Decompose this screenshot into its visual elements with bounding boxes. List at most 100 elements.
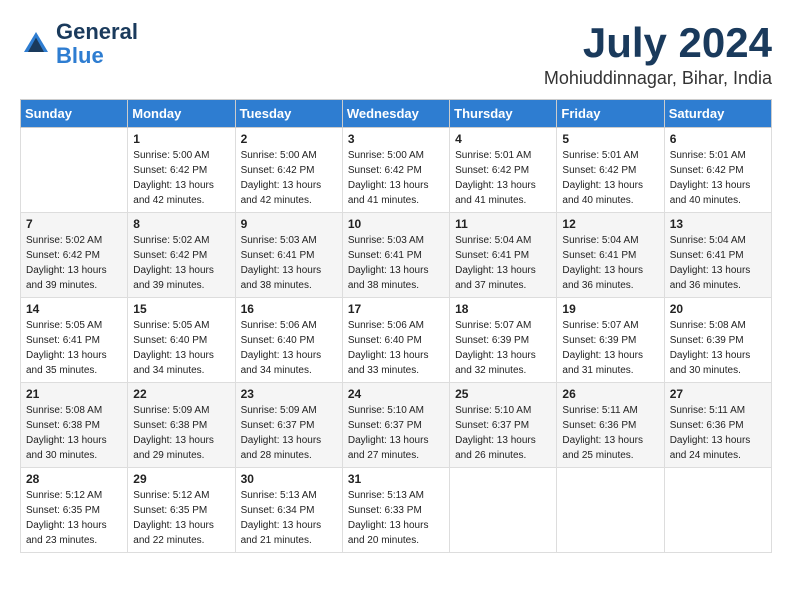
day-number: 4 <box>455 132 551 146</box>
day-info: Sunrise: 5:02 AMSunset: 6:42 PMDaylight:… <box>133 233 229 293</box>
day-number: 24 <box>348 387 444 401</box>
calendar-cell: 8Sunrise: 5:02 AMSunset: 6:42 PMDaylight… <box>128 213 235 298</box>
day-info: Sunrise: 5:00 AMSunset: 6:42 PMDaylight:… <box>241 148 337 208</box>
calendar-week-2: 7Sunrise: 5:02 AMSunset: 6:42 PMDaylight… <box>21 213 772 298</box>
title-block: July 2024 Mohiuddinnagar, Bihar, India <box>544 20 772 89</box>
day-header-sunday: Sunday <box>21 100 128 128</box>
day-info: Sunrise: 5:04 AMSunset: 6:41 PMDaylight:… <box>670 233 766 293</box>
calendar-week-5: 28 Sunrise: 5:12 AMSunset: 6:35 PMDayligh… <box>21 468 772 553</box>
day-number: 26 <box>562 387 658 401</box>
day-info: Sunrise: 5:00 AMSunset: 6:42 PMDaylight:… <box>133 148 229 208</box>
calendar-cell: 7Sunrise: 5:02 AMSunset: 6:42 PMDaylight… <box>21 213 128 298</box>
day-header-tuesday: Tuesday <box>235 100 342 128</box>
day-info: Sunrise: 5:05 AMSunset: 6:41 PMDaylight:… <box>26 318 122 378</box>
calendar-cell: 31 Sunrise: 5:13 AMSunset: 6:33 PMDayligh… <box>342 468 449 553</box>
calendar-cell: 18Sunrise: 5:07 AMSunset: 6:39 PMDayligh… <box>450 298 557 383</box>
day-number: 22 <box>133 387 229 401</box>
day-info: Sunrise: 5:12 AMSunset: 6:35 PMDaylight:… <box>26 488 122 548</box>
day-info: Sunrise: 5:09 AMSunset: 6:38 PMDaylight:… <box>133 403 229 463</box>
day-number: 30 <box>241 472 337 486</box>
calendar-cell: 19Sunrise: 5:07 AMSunset: 6:39 PMDayligh… <box>557 298 664 383</box>
day-number: 2 <box>241 132 337 146</box>
calendar-cell: 16 Sunrise: 5:06 AMSunset: 6:40 PMDayligh… <box>235 298 342 383</box>
day-info: Sunrise: 5:12 AMSunset: 6:35 PMDaylight:… <box>133 488 229 548</box>
day-number: 3 <box>348 132 444 146</box>
calendar-title: July 2024 <box>544 20 772 66</box>
day-info: Sunrise: 5:01 AMSunset: 6:42 PMDaylight:… <box>455 148 551 208</box>
calendar-cell: 30 Sunrise: 5:13 AMSunset: 6:34 PMDayligh… <box>235 468 342 553</box>
day-number: 16 <box>241 302 337 316</box>
day-info: Sunrise: 5:13 AMSunset: 6:33 PMDaylight:… <box>348 488 444 548</box>
calendar-week-1: 1 Sunrise: 5:00 AMSunset: 6:42 PMDaylight… <box>21 128 772 213</box>
day-header-saturday: Saturday <box>664 100 771 128</box>
calendar-cell: 13 Sunrise: 5:04 AMSunset: 6:41 PMDayligh… <box>664 213 771 298</box>
day-info: Sunrise: 5:02 AMSunset: 6:42 PMDaylight:… <box>26 233 122 293</box>
calendar-cell: 11 Sunrise: 5:04 AMSunset: 6:41 PMDayligh… <box>450 213 557 298</box>
day-number: 28 <box>26 472 122 486</box>
calendar-cell <box>557 468 664 553</box>
calendar-cell: 12 Sunrise: 5:04 AMSunset: 6:41 PMDayligh… <box>557 213 664 298</box>
day-number: 11 <box>455 217 551 231</box>
day-info: Sunrise: 5:04 AMSunset: 6:41 PMDaylight:… <box>562 233 658 293</box>
day-info: Sunrise: 5:06 AMSunset: 6:40 PMDaylight:… <box>348 318 444 378</box>
calendar-cell: 14 Sunrise: 5:05 AMSunset: 6:41 PMDayligh… <box>21 298 128 383</box>
day-info: Sunrise: 5:00 AMSunset: 6:42 PMDaylight:… <box>348 148 444 208</box>
day-header-monday: Monday <box>128 100 235 128</box>
day-info: Sunrise: 5:11 AMSunset: 6:36 PMDaylight:… <box>670 403 766 463</box>
calendar-cell: 20Sunrise: 5:08 AMSunset: 6:39 PMDayligh… <box>664 298 771 383</box>
day-header-thursday: Thursday <box>450 100 557 128</box>
day-number: 23 <box>241 387 337 401</box>
logo-line2: Blue <box>56 43 104 68</box>
day-info: Sunrise: 5:10 AMSunset: 6:37 PMDaylight:… <box>455 403 551 463</box>
calendar-cell: 5Sunrise: 5:01 AMSunset: 6:42 PMDaylight… <box>557 128 664 213</box>
days-of-week-row: SundayMondayTuesdayWednesdayThursdayFrid… <box>21 100 772 128</box>
day-number: 12 <box>562 217 658 231</box>
calendar-week-4: 21Sunrise: 5:08 AMSunset: 6:38 PMDayligh… <box>21 383 772 468</box>
calendar-header: SundayMondayTuesdayWednesdayThursdayFrid… <box>21 100 772 128</box>
day-number: 25 <box>455 387 551 401</box>
day-info: Sunrise: 5:03 AMSunset: 6:41 PMDaylight:… <box>241 233 337 293</box>
calendar-cell: 29 Sunrise: 5:12 AMSunset: 6:35 PMDayligh… <box>128 468 235 553</box>
calendar-cell: 4 Sunrise: 5:01 AMSunset: 6:42 PMDaylight… <box>450 128 557 213</box>
day-info: Sunrise: 5:06 AMSunset: 6:40 PMDaylight:… <box>241 318 337 378</box>
day-info: Sunrise: 5:03 AMSunset: 6:41 PMDaylight:… <box>348 233 444 293</box>
calendar-cell: 26Sunrise: 5:11 AMSunset: 6:36 PMDayligh… <box>557 383 664 468</box>
calendar-cell <box>664 468 771 553</box>
calendar-subtitle: Mohiuddinnagar, Bihar, India <box>544 68 772 89</box>
day-number: 19 <box>562 302 658 316</box>
day-info: Sunrise: 5:01 AMSunset: 6:42 PMDaylight:… <box>670 148 766 208</box>
day-number: 9 <box>241 217 337 231</box>
day-number: 31 <box>348 472 444 486</box>
day-info: Sunrise: 5:04 AMSunset: 6:41 PMDaylight:… <box>455 233 551 293</box>
day-number: 17 <box>348 302 444 316</box>
calendar-cell: 22 Sunrise: 5:09 AMSunset: 6:38 PMDayligh… <box>128 383 235 468</box>
day-number: 13 <box>670 217 766 231</box>
day-number: 5 <box>562 132 658 146</box>
day-number: 15 <box>133 302 229 316</box>
day-number: 29 <box>133 472 229 486</box>
calendar-cell: 15Sunrise: 5:05 AMSunset: 6:40 PMDayligh… <box>128 298 235 383</box>
day-info: Sunrise: 5:13 AMSunset: 6:34 PMDaylight:… <box>241 488 337 548</box>
calendar-cell: 10 Sunrise: 5:03 AMSunset: 6:41 PMDayligh… <box>342 213 449 298</box>
calendar-cell: 21Sunrise: 5:08 AMSunset: 6:38 PMDayligh… <box>21 383 128 468</box>
day-header-wednesday: Wednesday <box>342 100 449 128</box>
page-header: General Blue July 2024 Mohiuddinnagar, B… <box>20 20 772 89</box>
day-info: Sunrise: 5:08 AMSunset: 6:38 PMDaylight:… <box>26 403 122 463</box>
calendar-cell: 9 Sunrise: 5:03 AMSunset: 6:41 PMDaylight… <box>235 213 342 298</box>
calendar-cell <box>450 468 557 553</box>
calendar-cell: 25 Sunrise: 5:10 AMSunset: 6:37 PMDayligh… <box>450 383 557 468</box>
logo-line1: General <box>56 19 138 44</box>
calendar-cell <box>21 128 128 213</box>
day-number: 14 <box>26 302 122 316</box>
day-info: Sunrise: 5:08 AMSunset: 6:39 PMDaylight:… <box>670 318 766 378</box>
calendar-week-3: 14 Sunrise: 5:05 AMSunset: 6:41 PMDayligh… <box>21 298 772 383</box>
calendar-cell: 1 Sunrise: 5:00 AMSunset: 6:42 PMDaylight… <box>128 128 235 213</box>
calendar-cell: 24Sunrise: 5:10 AMSunset: 6:37 PMDayligh… <box>342 383 449 468</box>
calendar-cell: 6 Sunrise: 5:01 AMSunset: 6:42 PMDaylight… <box>664 128 771 213</box>
day-number: 27 <box>670 387 766 401</box>
calendar-body: 1 Sunrise: 5:00 AMSunset: 6:42 PMDaylight… <box>21 128 772 553</box>
day-number: 1 <box>133 132 229 146</box>
day-number: 10 <box>348 217 444 231</box>
calendar-cell: 23Sunrise: 5:09 AMSunset: 6:37 PMDayligh… <box>235 383 342 468</box>
day-number: 6 <box>670 132 766 146</box>
